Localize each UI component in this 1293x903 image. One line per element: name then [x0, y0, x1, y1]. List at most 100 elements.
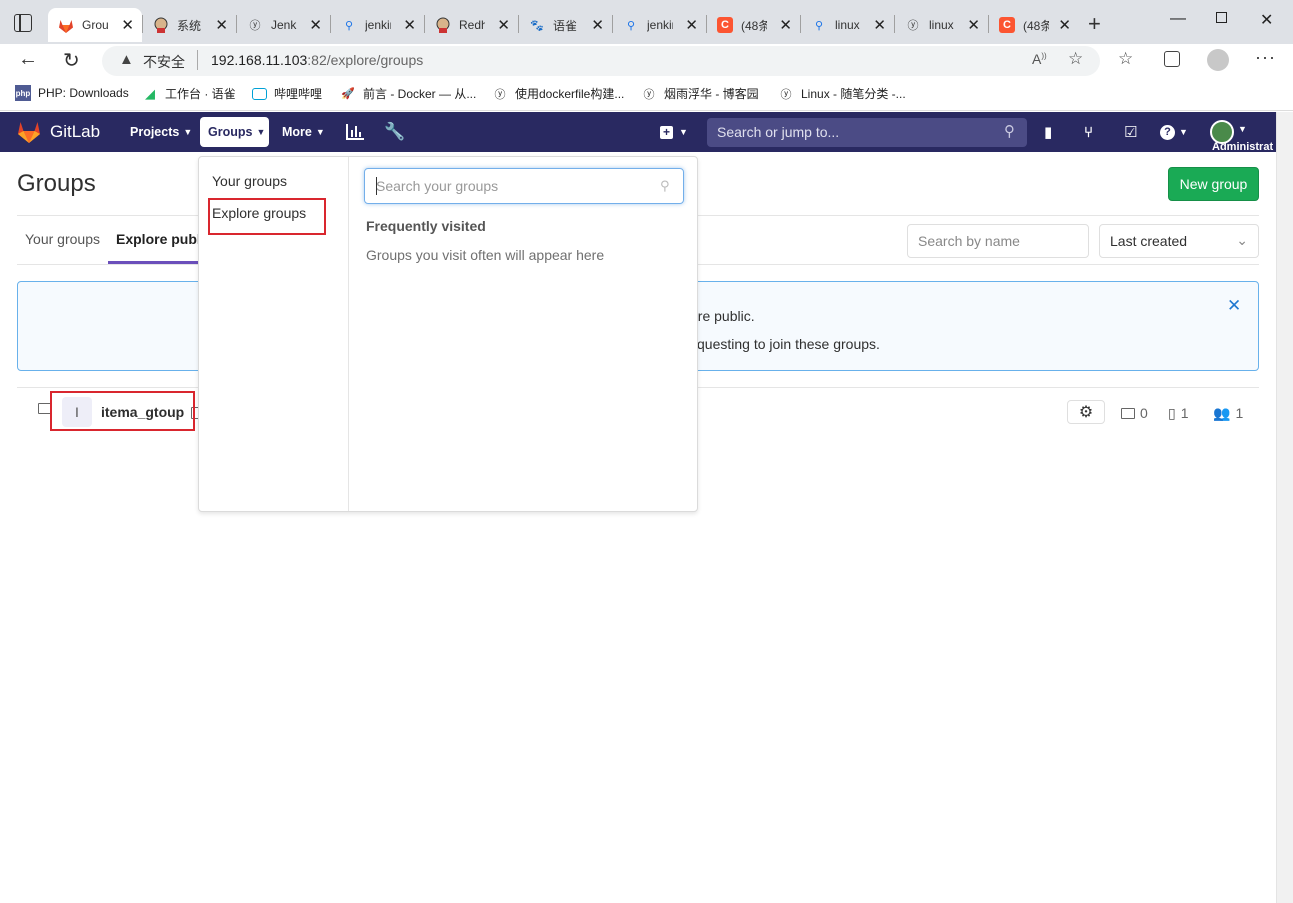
bookmark-docker[interactable]: 🚀 前言 - Docker — 从... [340, 85, 476, 102]
todos-icon[interactable]: ☑ [1124, 112, 1137, 152]
back-icon[interactable]: ← [18, 48, 38, 71]
browser-tab-8[interactable]: C (48条 ✕ [707, 8, 800, 42]
browser-tab-6[interactable]: 🐾 语雀 ✕ [519, 8, 612, 42]
page-scrollbar[interactable] [1276, 112, 1293, 903]
tab-explore-groups[interactable]: Explore publi [116, 231, 205, 247]
group-settings-button[interactable]: ⚙ [1067, 400, 1105, 424]
browser-tab-10[interactable]: ⓨ linux ✕ [895, 8, 988, 42]
dropdown-divider [348, 157, 349, 511]
gear-icon: ⚙ [1078, 404, 1094, 421]
close-tab-icon[interactable]: ✕ [497, 16, 510, 34]
new-item-icon[interactable]: + ▼ [660, 112, 688, 152]
bookmark-bilibili[interactable]: 哔哩哔哩 [252, 85, 322, 102]
close-tab-icon[interactable]: ✕ [309, 16, 322, 34]
users-icon: 👥 [1213, 405, 1231, 421]
yuque-icon: ⓨ [249, 20, 261, 32]
close-tab-icon[interactable]: ✕ [403, 16, 416, 34]
tab-separator [988, 15, 989, 33]
add-favorite-icon[interactable]: ☆ [1068, 49, 1083, 69]
jenkins-icon [153, 17, 169, 33]
close-tab-icon[interactable]: ✕ [873, 16, 886, 34]
rocket-icon: 🚀 [341, 88, 355, 100]
tab-separator [612, 15, 613, 33]
user-name: Administrat [1212, 141, 1274, 153]
browser-tab-5[interactable]: Redh ✕ [425, 8, 518, 42]
close-tab-icon[interactable]: ✕ [779, 16, 792, 34]
url-text[interactable]: 192.168.11.103:82/explore/groups [211, 52, 423, 68]
browser-tab-11[interactable]: C (48条 ✕ [989, 8, 1079, 42]
address-divider [197, 50, 198, 70]
bookmark-linux[interactable]: ⓨ Linux - 随笔分类 -... [778, 85, 906, 102]
window-close-icon[interactable]: ✕ [1260, 10, 1273, 30]
gitlab-logo-icon[interactable] [16, 119, 42, 146]
favorites-icon[interactable]: ☆ [1118, 49, 1133, 69]
nav-projects[interactable]: Projects ▼ [130, 112, 192, 152]
reload-icon[interactable]: ↻ [63, 48, 80, 73]
bookmark-icon: ▯ [1168, 405, 1176, 421]
issues-icon[interactable]: ▮ [1044, 112, 1052, 152]
tab-your-groups[interactable]: Your groups [25, 231, 100, 247]
bookmark-php[interactable]: php PHP: Downloads [15, 85, 129, 101]
gitlab-icon [58, 17, 74, 33]
alert-text-line-1: are public. [690, 308, 755, 324]
page-title: Groups [17, 170, 96, 197]
profile-avatar-icon[interactable] [1207, 49, 1229, 71]
baidu-icon: 🐾 [530, 19, 544, 32]
bookmark-dockerfile[interactable]: ⓨ 使用dockerfile构建... [492, 85, 625, 102]
close-tab-icon[interactable]: ✕ [591, 16, 604, 34]
nav-more[interactable]: More ▼ [282, 112, 325, 152]
help-icon[interactable]: ? ▼ [1160, 112, 1188, 152]
dropdown-search-input[interactable]: Search your groups [364, 168, 684, 204]
csdn-icon: C [999, 17, 1015, 33]
collections-icon[interactable] [1164, 51, 1180, 67]
gitlab-brand[interactable]: GitLab [50, 112, 100, 152]
browser-tab-7[interactable]: ⚲ jenkir ✕ [613, 8, 706, 42]
close-alert-icon[interactable]: ✕ [1227, 296, 1241, 316]
browser-tab-2[interactable]: 系统 ✕ [143, 8, 236, 42]
tab-separator [894, 15, 895, 33]
php-icon: php [15, 85, 31, 101]
jenkins-icon [435, 17, 451, 33]
chevron-down-icon: ⌄ [1236, 232, 1248, 248]
admin-wrench-icon[interactable]: 🔧 [384, 112, 405, 152]
close-tab-icon[interactable]: ✕ [685, 16, 698, 34]
frequently-visited-empty: Groups you visit often will appear here [366, 247, 605, 263]
browser-tab-3[interactable]: ⓨ Jenki ✕ [237, 8, 330, 42]
activity-chart-icon[interactable] [346, 112, 364, 152]
dropdown-your-groups[interactable]: Your groups [212, 173, 287, 189]
csdn-icon: C [717, 17, 733, 33]
close-tab-icon[interactable]: ✕ [1058, 16, 1071, 34]
tab-separator [236, 15, 237, 33]
chevron-down-icon: ▼ [679, 127, 688, 137]
new-group-button[interactable]: New group [1168, 167, 1259, 201]
tab-actions-icon[interactable] [14, 14, 32, 32]
new-tab-icon[interactable]: + [1088, 11, 1101, 37]
close-tab-icon[interactable]: ✕ [121, 16, 134, 34]
close-tab-icon[interactable]: ✕ [967, 16, 980, 34]
folder-icon [1121, 408, 1135, 419]
browser-menu-icon[interactable]: ··· [1255, 47, 1276, 68]
bookmark-cnblogs[interactable]: ⓨ 烟雨浮华 - 博客园 [641, 85, 759, 102]
browser-tab-9[interactable]: ⚲ linux ✕ [801, 8, 894, 42]
close-tab-icon[interactable]: ✕ [215, 16, 228, 34]
maximize-icon[interactable] [1216, 12, 1227, 23]
bookmark-yuque-workbench[interactable]: ◢ 工作台 · 语雀 [142, 85, 236, 102]
chevron-down-icon: ▼ [183, 127, 193, 137]
browser-tab-1[interactable]: Grou ✕ [48, 8, 142, 42]
sort-dropdown[interactable]: Last created ⌄ [1099, 224, 1259, 258]
chevron-down-icon[interactable]: ▼ [1238, 124, 1247, 134]
chevron-down-icon: ▼ [256, 127, 266, 137]
yuque-icon: ⓨ [643, 88, 655, 101]
search-icon: ⚲ [626, 19, 636, 32]
filter-by-name-input[interactable]: Search by name [907, 224, 1089, 258]
merge-requests-icon[interactable]: ⑂ [1084, 112, 1093, 152]
read-aloud-icon[interactable]: A)) [1032, 51, 1047, 67]
members-count: 👥 1 [1213, 405, 1244, 421]
tab-separator [330, 15, 331, 33]
minimize-icon[interactable]: — [1170, 10, 1186, 28]
global-search-input[interactable]: Search or jump to... [707, 118, 1027, 147]
subgroups-count: 0 [1121, 405, 1148, 421]
nav-groups[interactable]: Groups ▼ [200, 117, 269, 147]
warning-icon: ▲ [119, 51, 134, 68]
browser-tab-4[interactable]: ⚲ jenkir ✕ [331, 8, 424, 42]
